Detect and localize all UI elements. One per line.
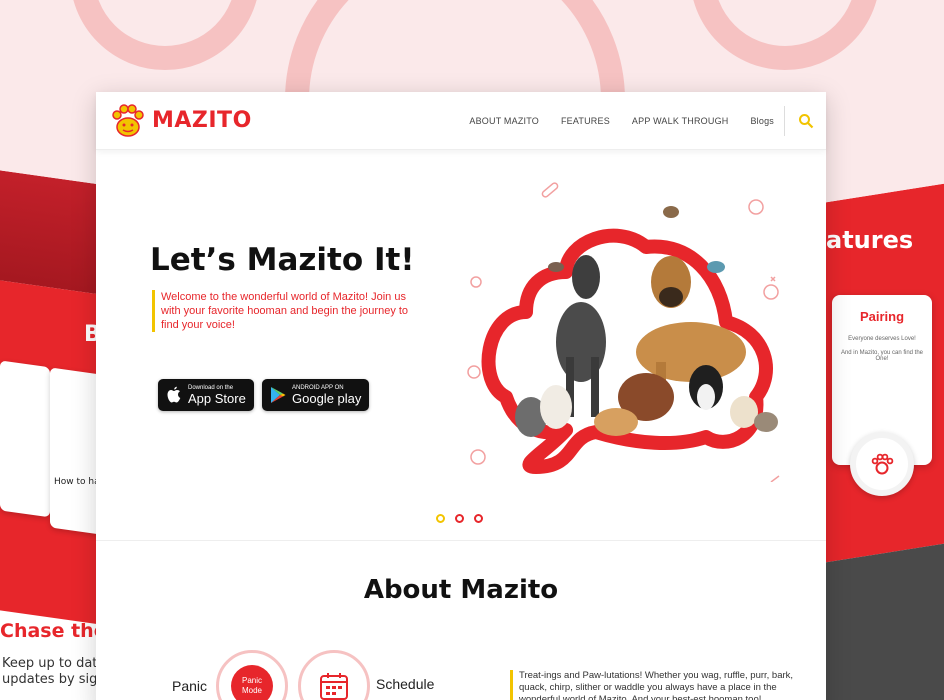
google-play-icon: [271, 387, 286, 403]
nav-app-walk-through[interactable]: APP WALK THROUGH: [632, 116, 729, 126]
hero-carousel-dots: [436, 514, 483, 523]
google-play-label: Google play: [292, 391, 362, 406]
right-backdrop-heading: atures: [826, 226, 914, 254]
section-divider: [96, 540, 826, 541]
about-title: About Mazito: [363, 575, 559, 605]
logo[interactable]: MAZITO: [110, 102, 252, 138]
left-backdrop-bottom-heading: Chase the: [0, 620, 107, 642]
left-backdrop-bottom-text: updates by sig: [2, 672, 98, 687]
google-play-button[interactable]: ANDROID APP ON Google play: [262, 379, 370, 411]
feature-label-panic: Panic: [172, 678, 208, 694]
carousel-dot[interactable]: [436, 514, 445, 523]
hero-title: Let’s Mazito It!: [150, 242, 415, 278]
main-website-window: MAZITO ABOUT MAZITO FEATURES APP WALK TH…: [96, 92, 826, 700]
panic-mode-badge: Panic Mode: [231, 665, 273, 700]
search-icon: [798, 114, 813, 129]
search-button[interactable]: [784, 106, 826, 136]
decorative-ring: [690, 0, 880, 70]
carousel-dot[interactable]: [474, 514, 483, 523]
left-backdrop-bottom-text: Keep up to dat: [2, 656, 98, 671]
apple-icon: [167, 386, 181, 403]
paw-logo-icon: [110, 102, 146, 138]
nav-blogs[interactable]: Blogs: [750, 116, 774, 126]
nav-features[interactable]: FEATURES: [561, 116, 610, 126]
panic-mode-feature[interactable]: Panic Mode: [216, 650, 288, 700]
panic-mode-badge-label: Panic Mode: [241, 676, 262, 695]
decorative-ring: [70, 0, 260, 70]
schedule-feature[interactable]: [298, 650, 370, 700]
brand-name: MAZITO: [152, 107, 252, 133]
calendar-icon: [320, 673, 348, 700]
pets-illustration: [466, 182, 796, 483]
carousel-dot[interactable]: [455, 514, 464, 523]
pairing-card-text: Everyone deserves Love!: [848, 336, 916, 342]
app-store-label: App Store: [188, 391, 246, 406]
pairing-card-title: Pairing: [859, 309, 905, 324]
backdrop-card: [0, 360, 50, 518]
paw-circle-icon: [850, 432, 914, 496]
main-nav: ABOUT MAZITO FEATURES APP WALK THROUGH B…: [469, 92, 774, 150]
nav-about[interactable]: ABOUT MAZITO: [469, 116, 539, 126]
hero-intro: Welcome to the wonderful world of Mazito…: [152, 290, 422, 332]
about-text: Treat-ings and Paw-lutations! Whether yo…: [510, 670, 810, 700]
app-store-button[interactable]: Download on the App Store: [158, 379, 254, 411]
feature-label-schedule: Schedule: [376, 676, 435, 692]
header-bar: MAZITO ABOUT MAZITO FEATURES APP WALK TH…: [96, 92, 826, 150]
pairing-card-text: And in Mazito, you can find the One!: [840, 350, 924, 362]
